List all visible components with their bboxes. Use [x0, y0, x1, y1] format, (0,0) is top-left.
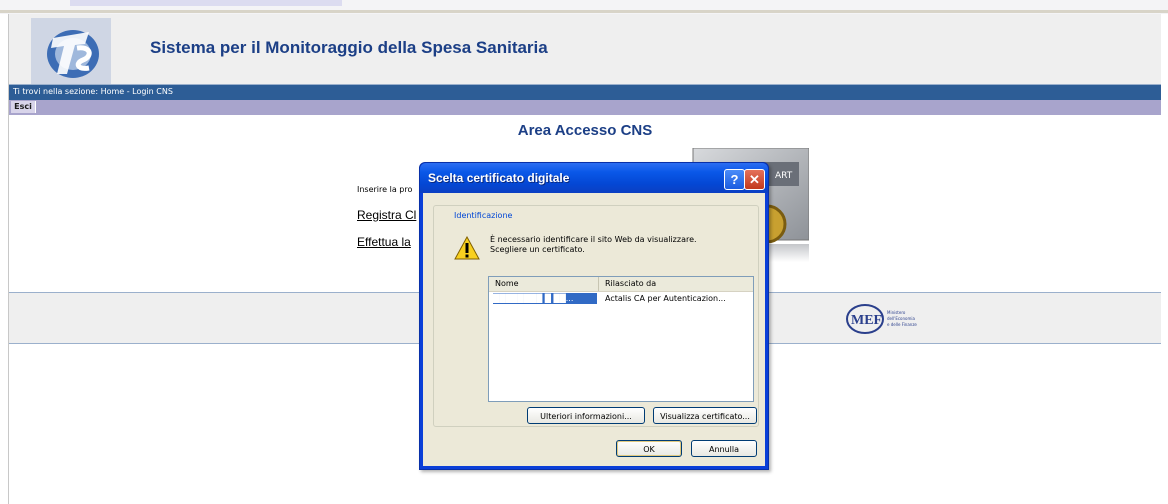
svg-text:Ministero: Ministero: [887, 310, 906, 315]
certificate-name: ████████ █ ██...: [493, 293, 597, 304]
cancel-button[interactable]: Annulla: [691, 440, 757, 457]
list-item[interactable]: ████████ █ ██... Actalis CA per Autentic…: [489, 292, 753, 305]
access-link[interactable]: Effettua la: [357, 235, 411, 249]
help-button[interactable]: ?: [724, 169, 745, 190]
warning-message: È necessario identificare il sito Web da…: [490, 235, 697, 255]
warning-line-1: È necessario identificare il sito Web da…: [490, 235, 697, 244]
browser-separator: [0, 10, 1168, 13]
list-header: Nome Rilasciato da: [489, 277, 753, 292]
page-title: Area Accesso CNS: [517, 122, 653, 139]
certificate-dialog: Scelta certificato digitale ? ✕ Identifi…: [419, 162, 769, 470]
dialog-title: Scelta certificato digitale: [428, 171, 570, 185]
identification-group: Identificazione È necessario identificar…: [433, 205, 759, 427]
svg-text:dell'Economia: dell'Economia: [887, 316, 915, 321]
column-header-name[interactable]: Nome: [489, 277, 599, 291]
more-info-button[interactable]: Ulteriori informazioni...: [527, 407, 645, 424]
instruction-text: Inserire la pro: [357, 185, 413, 194]
mef-logo-icon: MEF Ministero dell'Economia e delle Fina…: [846, 304, 917, 334]
register-cns-link[interactable]: Registra Cl: [357, 208, 416, 222]
certificate-issuer: Actalis CA per Autenticazion...: [605, 294, 726, 303]
dialog-body: Identificazione È necessario identificar…: [423, 193, 765, 466]
svg-text:e delle Finanze: e delle Finanze: [887, 322, 917, 327]
certificate-list[interactable]: Nome Rilasciato da ████████ █ ██... Acta…: [488, 276, 754, 402]
breadcrumb: Ti trovi nella sezione: Home - Login CNS: [13, 87, 173, 96]
dialog-titlebar[interactable]: Scelta certificato digitale ? ✕: [420, 163, 768, 193]
close-button[interactable]: ✕: [744, 169, 765, 190]
column-header-issuer[interactable]: Rilasciato da: [599, 277, 753, 291]
ts-logo-icon: [31, 18, 111, 84]
menu-bar: Esci: [9, 100, 1161, 115]
svg-text:ART: ART: [775, 171, 793, 181]
group-label: Identificazione: [452, 211, 515, 220]
exit-link[interactable]: Esci: [11, 101, 36, 113]
svg-text:MEF: MEF: [851, 313, 882, 328]
breadcrumb-bar: Ti trovi nella sezione: Home - Login CNS: [9, 84, 1161, 100]
warning-icon: [454, 236, 480, 260]
ok-button[interactable]: OK: [616, 440, 682, 457]
site-title: Sistema per il Monitoraggio della Spesa …: [150, 38, 548, 57]
site-header: Sistema per il Monitoraggio della Spesa …: [9, 14, 1161, 84]
view-certificate-button[interactable]: Visualizza certificato...: [653, 407, 757, 424]
browser-tab-strip: [70, 0, 342, 6]
warning-line-2: Scegliere un certificato.: [490, 245, 585, 254]
browser-top-strip: [0, 0, 1168, 14]
